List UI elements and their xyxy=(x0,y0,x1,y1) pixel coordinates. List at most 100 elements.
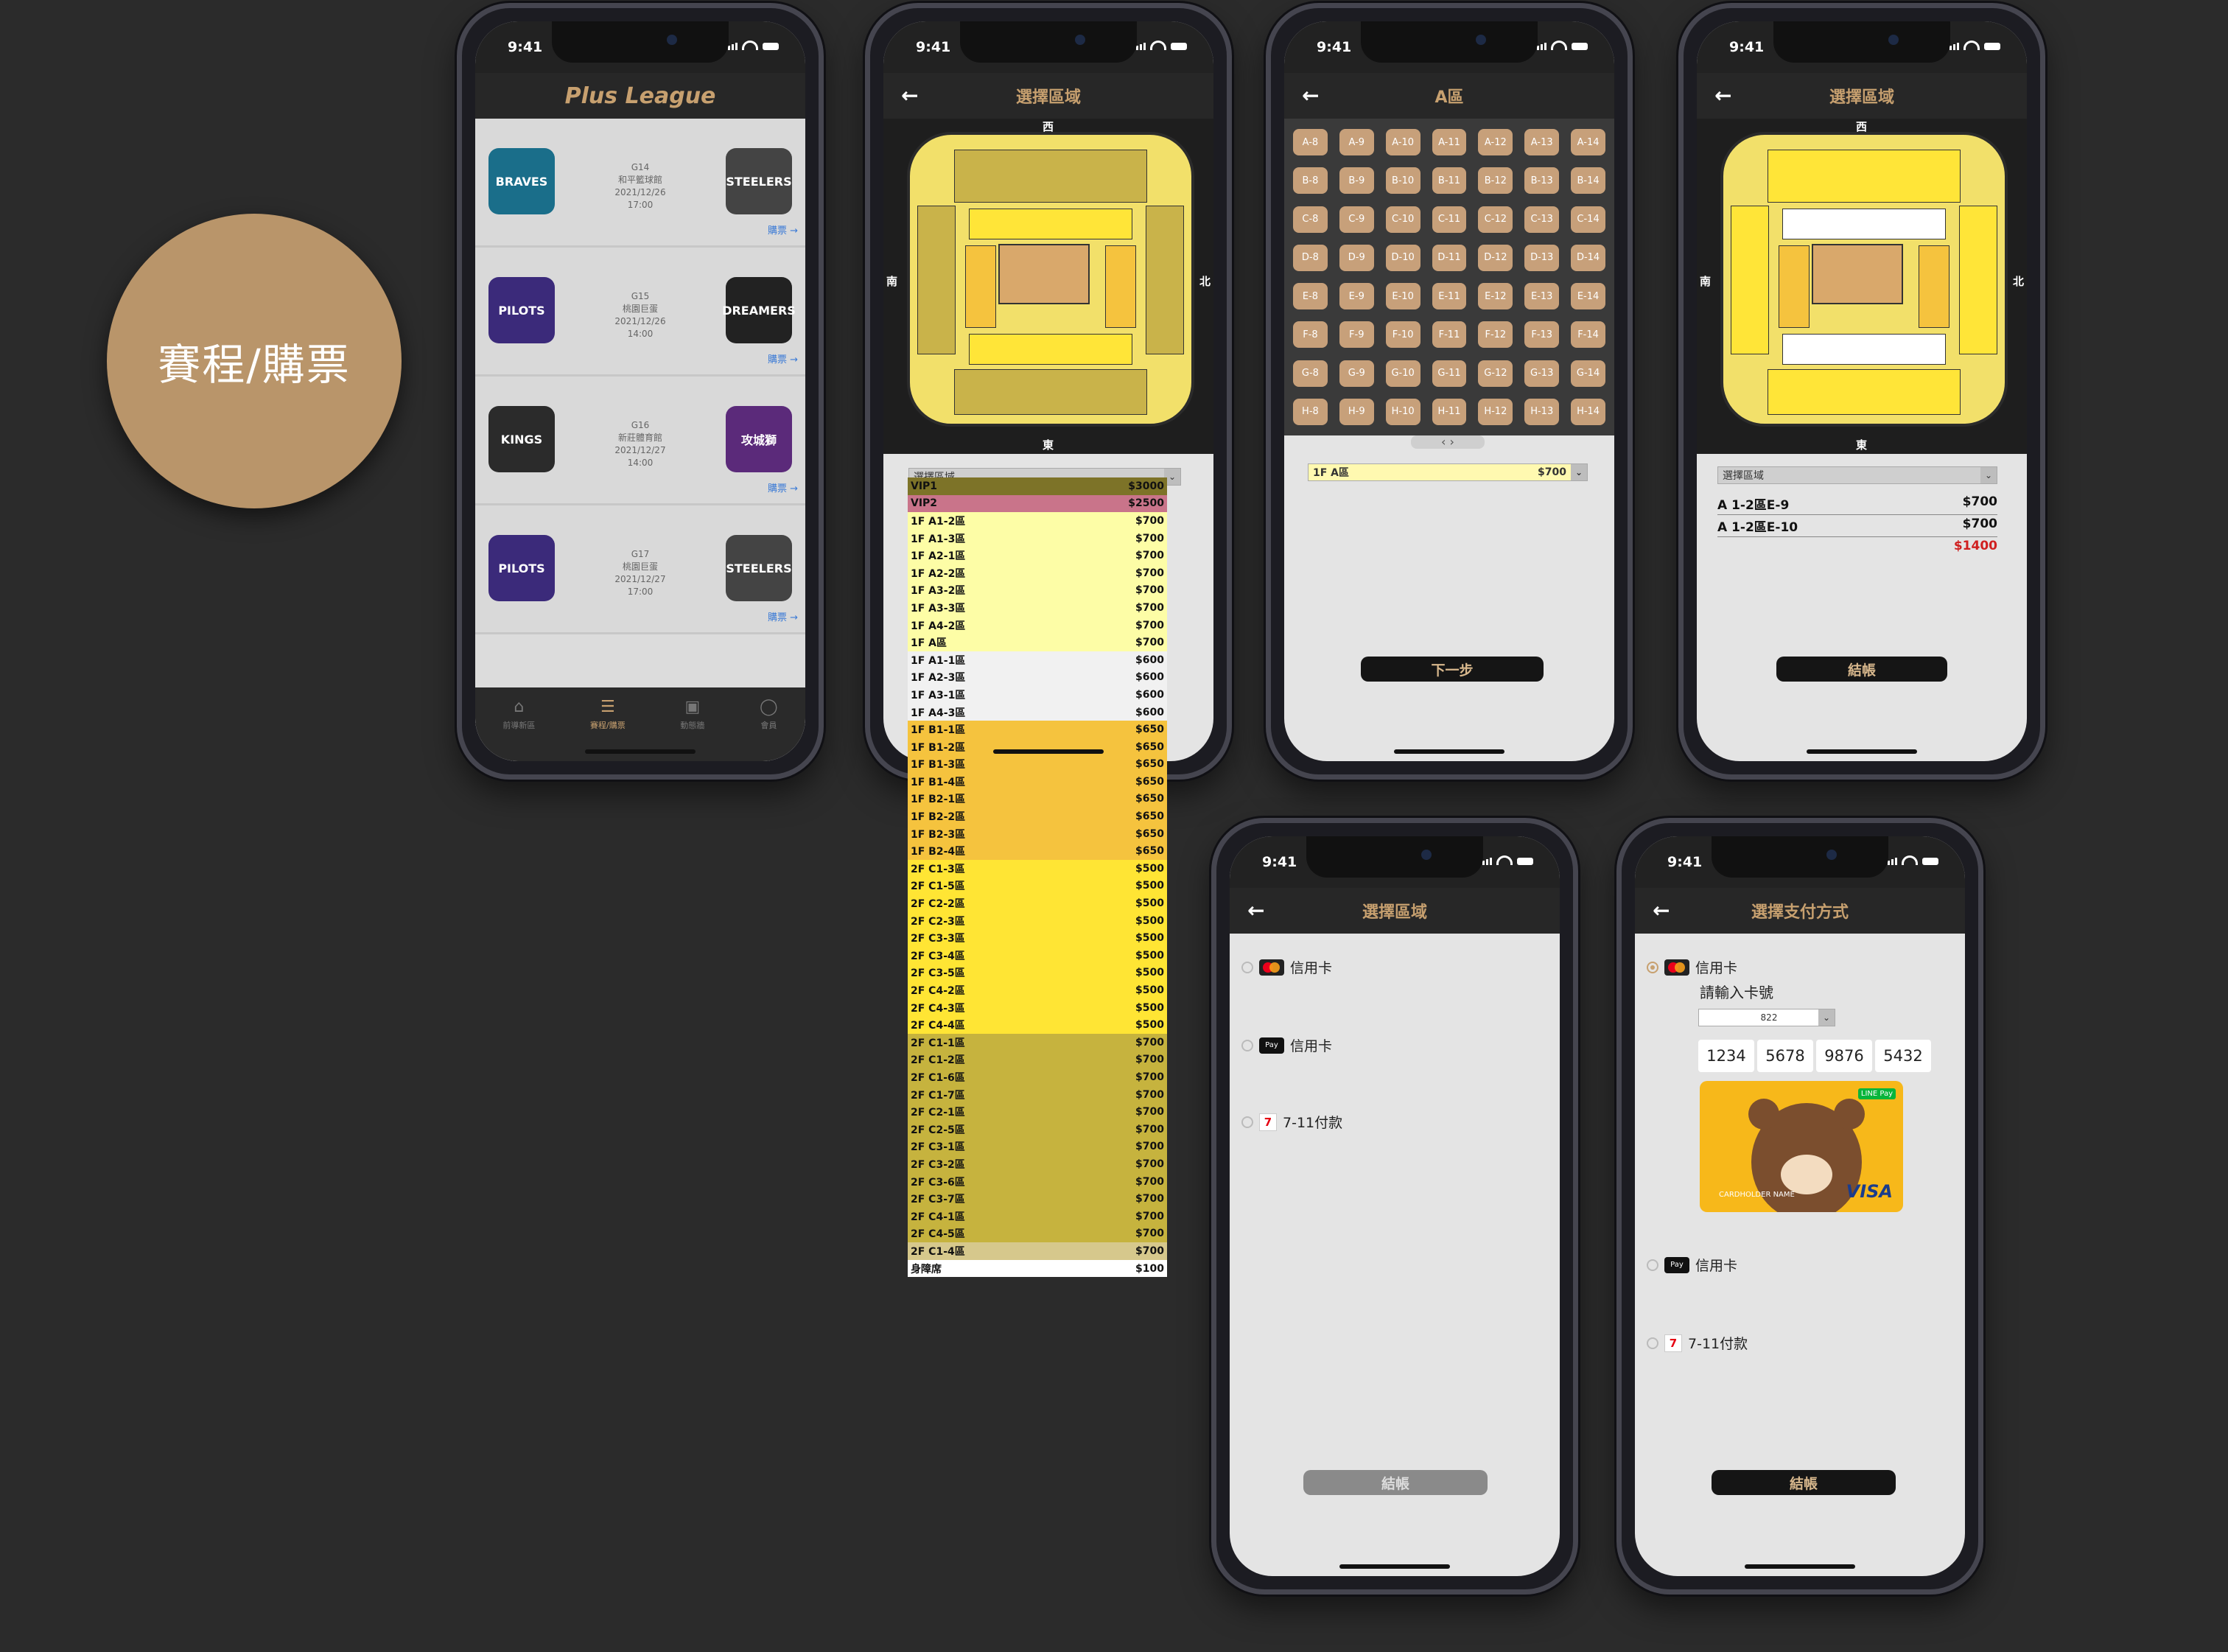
buy-ticket-link[interactable]: 購票 → xyxy=(768,223,798,237)
pay-option-711[interactable]: 7 7-11付款 xyxy=(1241,1112,1342,1132)
price-row[interactable]: 1F A2-2區 $700 xyxy=(908,564,1167,582)
seat[interactable]: F-9 xyxy=(1339,321,1374,349)
price-row[interactable]: 2F C2-3區 $500 xyxy=(908,911,1167,930)
zone-dropdown[interactable]: 選擇區域⌄ xyxy=(1717,466,1997,484)
price-row[interactable]: 2F C4-3區 $500 xyxy=(908,998,1167,1017)
seat[interactable]: F-14 xyxy=(1571,321,1605,349)
back-arrow-icon[interactable]: ← xyxy=(1714,83,1731,108)
price-row[interactable]: 2F C3-7區 $700 xyxy=(908,1190,1167,1208)
price-row[interactable]: 2F C1-7區 $700 xyxy=(908,1085,1167,1104)
seat[interactable]: F-12 xyxy=(1478,321,1513,349)
price-row[interactable]: 2F C1-3區 $500 xyxy=(908,860,1167,878)
price-row[interactable]: 2F C2-5區 $700 xyxy=(908,1120,1167,1138)
radio[interactable] xyxy=(1647,1337,1658,1349)
seat[interactable]: B-13 xyxy=(1524,167,1560,195)
zone-c2[interactable] xyxy=(1146,206,1184,354)
price-row[interactable]: 1F B1-3區 $650 xyxy=(908,755,1167,774)
radio[interactable] xyxy=(1241,1039,1253,1051)
seat[interactable]: F-13 xyxy=(1524,321,1560,349)
price-row[interactable]: 1F A4-2區 $700 xyxy=(908,616,1167,634)
back-arrow-icon[interactable]: ← xyxy=(1302,83,1319,108)
price-row[interactable]: 2F C3-6區 $700 xyxy=(908,1172,1167,1191)
seat[interactable]: H-11 xyxy=(1432,398,1467,425)
price-row[interactable]: 2F C3-1區 $700 xyxy=(908,1138,1167,1156)
zone-c2[interactable] xyxy=(1959,206,1997,354)
buy-ticket-link[interactable]: 購票 → xyxy=(768,351,798,365)
pay-option-credit[interactable]: 信用卡 xyxy=(1647,957,1737,977)
zone-a-south[interactable] xyxy=(969,334,1132,365)
card-number-2[interactable]: 5678 xyxy=(1757,1040,1813,1072)
price-row[interactable]: 2F C4-2區 $500 xyxy=(908,981,1167,999)
seat[interactable]: D-13 xyxy=(1524,244,1560,271)
radio[interactable] xyxy=(1647,961,1658,973)
seat[interactable]: E-10 xyxy=(1385,283,1420,309)
price-row[interactable]: 1F A1-3區 $700 xyxy=(908,529,1167,547)
price-row[interactable]: 1F A3-2區 $700 xyxy=(908,581,1167,600)
seat[interactable]: H-13 xyxy=(1524,398,1560,425)
seat[interactable]: G-12 xyxy=(1478,360,1513,387)
seat[interactable]: B-12 xyxy=(1478,167,1513,195)
buy-ticket-link[interactable]: 購票 → xyxy=(768,609,798,623)
price-row[interactable]: 1F B2-2區 $650 xyxy=(908,808,1167,825)
seat[interactable]: F-8 xyxy=(1293,321,1328,349)
seat[interactable]: E-14 xyxy=(1571,283,1605,309)
seat[interactable]: A-13 xyxy=(1524,129,1560,155)
price-row[interactable]: 2F C3-3區 $500 xyxy=(908,929,1167,948)
zone-c3[interactable] xyxy=(1768,150,1961,203)
price-row[interactable]: 2F C3-5區 $500 xyxy=(908,964,1167,982)
seat[interactable]: C-12 xyxy=(1478,206,1513,233)
price-row[interactable]: 2F C3-4區 $500 xyxy=(908,947,1167,965)
seat[interactable]: G-11 xyxy=(1432,360,1467,387)
pay-option-711[interactable]: 7 7-11付款 xyxy=(1647,1333,1748,1353)
seat[interactable]: H-12 xyxy=(1478,398,1513,425)
seat[interactable]: C-9 xyxy=(1339,206,1374,233)
price-row[interactable]: 1F B2-3區 $650 xyxy=(908,825,1167,843)
arena-map[interactable]: 西 東 南 北 xyxy=(883,119,1213,454)
seat[interactable]: G-10 xyxy=(1385,360,1420,387)
game-card[interactable]: KINGS G16 新莊體育館 2021/12/27 14:00 攻城獅 購票 → xyxy=(475,377,805,505)
tab-member[interactable]: ◯ 會員 xyxy=(760,698,778,761)
seat[interactable]: H-9 xyxy=(1339,398,1374,425)
zone-a-south[interactable] xyxy=(1782,334,1946,365)
price-row[interactable]: 1F B1-4區 $650 xyxy=(908,773,1167,791)
seat[interactable]: G-8 xyxy=(1293,360,1328,387)
checkout-button[interactable]: 結帳 xyxy=(1303,1470,1488,1495)
price-row[interactable]: 身障席 $100 xyxy=(908,1259,1167,1278)
price-row[interactable]: 2F C4-1區 $700 xyxy=(908,1207,1167,1225)
price-row[interactable]: 1F B1-1區 $650 xyxy=(908,721,1167,738)
price-row[interactable]: 1F A4-3區 $600 xyxy=(908,703,1167,721)
price-row[interactable]: 1F B2-4區 $650 xyxy=(908,842,1167,861)
price-row[interactable]: 1F A3-3區 $700 xyxy=(908,599,1167,617)
back-arrow-icon[interactable]: ← xyxy=(1653,898,1670,923)
price-row[interactable]: 1F B2-1區 $650 xyxy=(908,790,1167,808)
price-row[interactable]: 1F A1-2區 $700 xyxy=(908,512,1167,530)
zone-b1[interactable] xyxy=(965,245,996,328)
seat[interactable]: B-14 xyxy=(1571,167,1605,195)
bank-code-select[interactable]: 822 ⌄ xyxy=(1698,1009,1835,1026)
radio[interactable] xyxy=(1647,1259,1658,1271)
seat[interactable]: D-11 xyxy=(1432,244,1467,271)
pay-option-applepay[interactable]: Pay 信用卡 xyxy=(1241,1035,1332,1055)
card-number-4[interactable]: 5432 xyxy=(1875,1040,1931,1072)
seat[interactable]: G-9 xyxy=(1339,360,1374,387)
price-row[interactable]: 1F A1-1區 $600 xyxy=(908,651,1167,669)
seat[interactable]: C-14 xyxy=(1571,206,1605,233)
tab-home[interactable]: ⌂ 前導新區 xyxy=(502,698,535,761)
seat[interactable]: H-10 xyxy=(1385,398,1420,425)
zone-c3[interactable] xyxy=(954,150,1147,203)
price-row[interactable]: 2F C4-4區 $500 xyxy=(908,1016,1167,1034)
zone-c4[interactable] xyxy=(917,206,956,354)
seat[interactable]: D-10 xyxy=(1385,244,1420,271)
seat[interactable]: G-13 xyxy=(1524,360,1560,387)
seat[interactable]: C-8 xyxy=(1293,206,1328,233)
checkout-button[interactable]: 結帳 xyxy=(1712,1470,1896,1495)
seat[interactable]: B-9 xyxy=(1339,167,1374,195)
seat[interactable]: C-10 xyxy=(1385,206,1420,233)
seat[interactable]: A-14 xyxy=(1571,129,1605,155)
seat[interactable]: E-9 xyxy=(1339,283,1374,309)
seat[interactable]: A-8 xyxy=(1293,129,1328,155)
game-card[interactable]: PILOTS G15 桃園巨蛋 2021/12/26 14:00 DREAMERS 購票 → xyxy=(475,248,805,377)
radio[interactable] xyxy=(1241,961,1253,973)
seat[interactable]: B-10 xyxy=(1385,167,1420,195)
card-number-3[interactable]: 9876 xyxy=(1816,1040,1872,1072)
